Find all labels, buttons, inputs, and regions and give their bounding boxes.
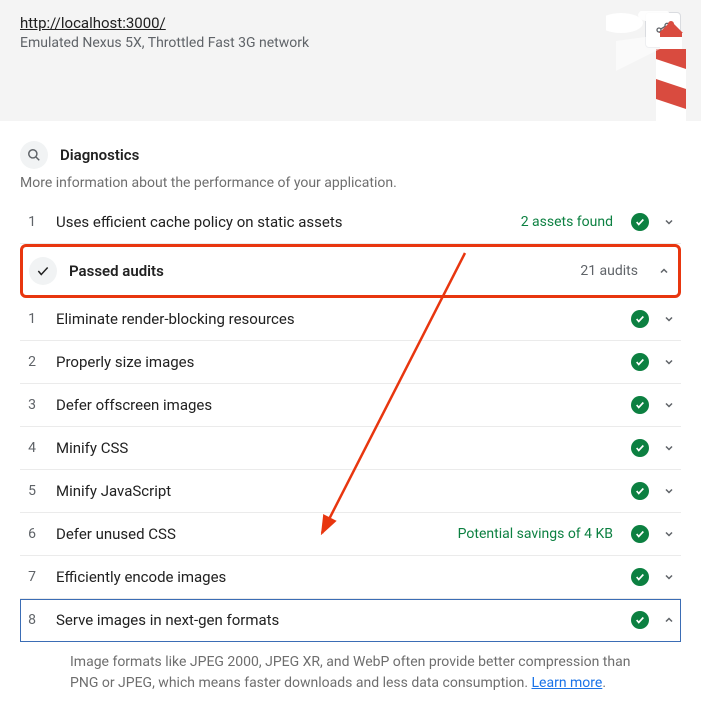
passed-audit-row[interactable]: 1 Eliminate render-blocking resources: [20, 298, 681, 341]
row-label: Efficiently encode images: [56, 568, 619, 586]
pass-icon: [631, 525, 649, 543]
chevron-down-icon[interactable]: [661, 399, 677, 411]
row-num: 6: [20, 526, 44, 542]
passed-audit-row[interactable]: 2 Properly size images: [20, 341, 681, 384]
chevron-down-icon[interactable]: [661, 356, 677, 368]
pass-icon: [631, 353, 649, 371]
row-num: 1: [20, 214, 44, 230]
passed-audit-row[interactable]: 3 Defer offscreen images: [20, 384, 681, 427]
passed-audits-count: 21 audits: [580, 263, 638, 279]
row-label: Serve images in next-gen formats: [56, 611, 619, 629]
diagnostics-title: Diagnostics: [60, 146, 139, 164]
row-label: Minify CSS: [56, 439, 619, 457]
audit-detail-suffix: .: [602, 675, 606, 691]
report-env: Emulated Nexus 5X, Throttled Fast 3G net…: [20, 35, 681, 51]
row-num: 7: [20, 569, 44, 585]
pass-icon: [631, 568, 649, 586]
chevron-down-icon[interactable]: [661, 485, 677, 497]
pass-icon: [631, 482, 649, 500]
passed-audit-row[interactable]: 5 Minify JavaScript: [20, 470, 681, 513]
diagnostics-header: Diagnostics: [20, 141, 681, 169]
row-num: 8: [20, 612, 44, 628]
diagnostics-section: Diagnostics More information about the p…: [0, 121, 701, 714]
chevron-down-icon[interactable]: [661, 528, 677, 540]
row-meta: 2 assets found: [521, 214, 613, 230]
chevron-down-icon[interactable]: [661, 571, 677, 583]
search-icon: [20, 141, 48, 169]
diagnostic-row[interactable]: 1 Uses efficient cache policy on static …: [20, 201, 681, 244]
row-num: 2: [20, 354, 44, 370]
audit-detail: Image formats like JPEG 2000, JPEG XR, a…: [20, 642, 681, 714]
passed-audits-title: Passed audits: [69, 262, 568, 280]
learn-more-link[interactable]: Learn more: [532, 675, 603, 691]
row-label: Defer unused CSS: [56, 525, 446, 543]
passed-audits-list: 1 Eliminate render-blocking resources 2 Pro…: [20, 298, 681, 642]
chevron-down-icon[interactable]: [661, 313, 677, 325]
lighthouse-illustration: [606, 11, 696, 121]
pass-icon: [631, 310, 649, 328]
row-num: 5: [20, 483, 44, 499]
row-label: Uses efficient cache policy on static as…: [56, 213, 509, 231]
check-icon: [29, 257, 57, 285]
pass-icon: [631, 611, 649, 629]
row-label: Defer offscreen images: [56, 396, 619, 414]
row-num: 4: [20, 440, 44, 456]
passed-audits-header[interactable]: Passed audits 21 audits: [20, 244, 681, 298]
report-url[interactable]: http://localhost:3000/: [20, 14, 681, 32]
chevron-up-icon[interactable]: [656, 265, 672, 277]
pass-icon: [631, 439, 649, 457]
row-meta: Potential savings of 4 KB: [458, 526, 613, 542]
row-num: 3: [20, 397, 44, 413]
chevron-up-icon[interactable]: [661, 614, 677, 626]
passed-audit-row[interactable]: 7 Efficiently encode images: [20, 556, 681, 599]
chevron-down-icon[interactable]: [661, 216, 677, 228]
passed-audit-row[interactable]: 6 Defer unused CSS Potential savings of 4 …: [20, 513, 681, 556]
row-label: Minify JavaScript: [56, 482, 619, 500]
diagnostics-desc: More information about the performance o…: [20, 175, 681, 191]
chevron-down-icon[interactable]: [661, 442, 677, 454]
row-num: 1: [20, 311, 44, 327]
row-label: Properly size images: [56, 353, 619, 371]
pass-icon: [631, 396, 649, 414]
row-label: Eliminate render-blocking resources: [56, 310, 619, 328]
report-header: http://localhost:3000/ Emulated Nexus 5X…: [0, 0, 701, 121]
passed-audit-row[interactable]: 8 Serve images in next-gen formats: [20, 599, 681, 642]
pass-icon: [631, 213, 649, 231]
passed-audit-row[interactable]: 4 Minify CSS: [20, 427, 681, 470]
